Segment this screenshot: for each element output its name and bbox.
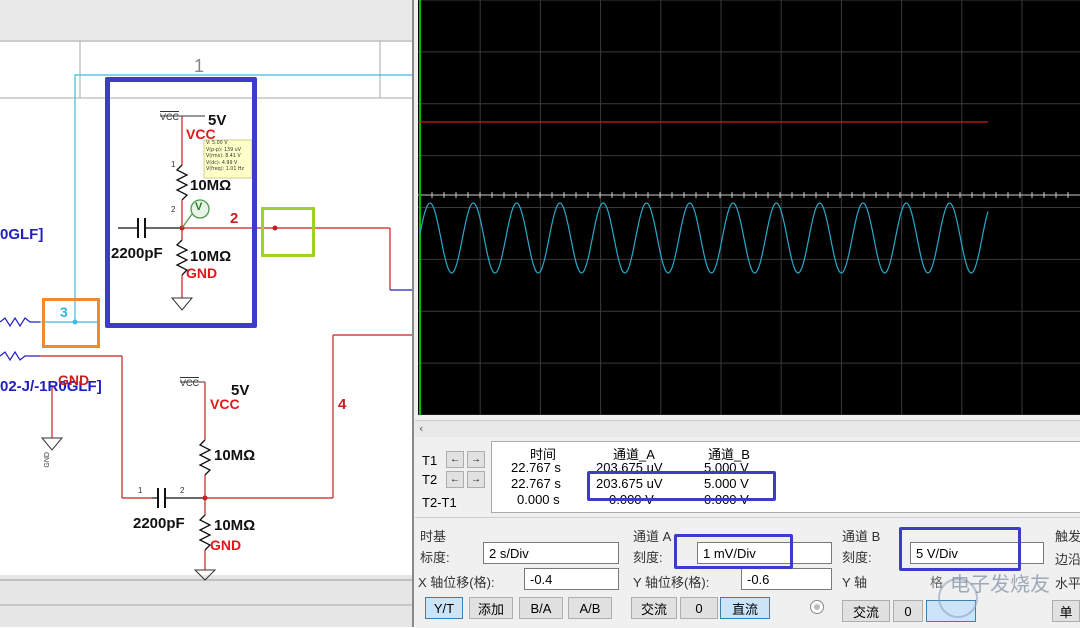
upper-pin1: 1 xyxy=(171,160,176,169)
delta-time: 0.000 s xyxy=(517,492,560,507)
channel-b-scale-label: 刻度: xyxy=(842,550,872,565)
row-label-t2: T2 xyxy=(422,472,438,487)
channel-b-zero-button[interactable]: 0 xyxy=(893,600,923,622)
upper-r1-label: 10MΩ xyxy=(190,177,232,194)
t2-left-arrow-button[interactable]: ← xyxy=(446,471,464,488)
channel-a-ac-button[interactable]: 交流 xyxy=(631,597,677,619)
highlight-box-channel-a-scale xyxy=(674,534,793,569)
t1-right-arrow-button[interactable]: → xyxy=(467,451,485,468)
trigger-level-label: 水平 xyxy=(1055,576,1080,591)
yt-mode-button[interactable]: Y/T xyxy=(425,597,463,619)
channel-a-title: 通道 A xyxy=(633,529,672,544)
add-mode-button[interactable]: 添加 xyxy=(469,597,513,619)
probe-symbol-text[interactable]: V xyxy=(195,201,202,213)
channel-a-dc-button[interactable]: 直流 xyxy=(720,597,770,619)
lower-gnd-label: GND xyxy=(210,537,242,553)
upper-cap-label: 2200pF xyxy=(111,245,163,262)
highlight-box-orange xyxy=(42,298,100,348)
t2-right-arrow-button[interactable]: → xyxy=(467,471,485,488)
lower-pin1: 1 xyxy=(138,486,143,495)
highlight-box-t2-readout xyxy=(587,471,776,501)
timebase-xpos-field[interactable]: -0.4 xyxy=(524,568,619,590)
probe-tooltip: V: 5.00 V V(p-p): 139 uV V(rms): 8.41 V … xyxy=(206,141,244,174)
lower-vcc-rail: VCC xyxy=(180,378,200,388)
scroll-left-arrow-icon[interactable]: ‹ xyxy=(419,422,423,435)
timebase-scale-field[interactable]: 2 s/Div xyxy=(483,542,619,564)
probe-tooltip-line: V: 5.00 V xyxy=(206,141,228,146)
timebase-scale-label: 标度: xyxy=(420,550,450,565)
channel-b-ac-button[interactable]: 交流 xyxy=(842,600,890,622)
highlight-box-channel-b-scale xyxy=(899,527,1021,571)
t1-time: 22.767 s xyxy=(511,460,561,475)
oscilloscope-screen[interactable] xyxy=(418,0,1080,415)
trigger-title: 触发 xyxy=(1055,529,1080,544)
column-number: 1 xyxy=(194,56,205,76)
lower-vcc-label: VCC xyxy=(210,396,240,412)
trigger-edge-label: 边沿 xyxy=(1055,552,1080,567)
scope-scrollbar[interactable]: ‹ xyxy=(415,420,1080,438)
upper-pin2: 2 xyxy=(171,205,176,214)
row-label-t2-t1: T2-T1 xyxy=(422,495,457,510)
upper-gnd-label: GND xyxy=(186,265,218,281)
ba-mode-button[interactable]: B/A xyxy=(519,597,563,619)
t1-left-arrow-button[interactable]: ← xyxy=(446,451,464,468)
watermark-text: 电子发烧友 xyxy=(950,572,1050,596)
upper-vcc-label: VCC xyxy=(186,126,216,142)
lower-r2-label: 10MΩ xyxy=(214,517,256,534)
channel-a-ypos-label: Y 轴位移(格): xyxy=(633,575,710,590)
row-label-t1: T1 xyxy=(422,453,438,468)
channel-a-ypos-field[interactable]: -0.6 xyxy=(741,568,832,590)
ab-mode-button[interactable]: A/B xyxy=(568,597,612,619)
left-gnd-label: GND xyxy=(58,372,90,388)
left-gnd-symbol-text: GND xyxy=(44,452,51,468)
channel-b-title: 通道 B xyxy=(842,529,881,544)
lower-cap-label: 2200pF xyxy=(133,515,185,532)
channel-a-radio-icon[interactable] xyxy=(810,600,824,614)
probe-tooltip-line: V(rms): 8.41 V xyxy=(206,154,241,160)
probe-tooltip-line: V(freq): 1.01 Hz xyxy=(206,167,245,173)
net-label-2: 2 xyxy=(230,210,239,227)
upper-vcc-rail: VCC xyxy=(160,112,180,122)
net-label-3: 3 xyxy=(60,304,68,320)
lower-pin2: 2 xyxy=(180,486,185,495)
highlight-box-blue xyxy=(105,77,257,328)
schematic-canvas[interactable]: 1 0GLF] 02-J/-1R0GLF] 3 2 4 GND GND VCC … xyxy=(0,0,420,627)
channel-b-ypos-label: Y 轴 xyxy=(842,575,868,590)
upper-r2-label: 10MΩ xyxy=(190,248,232,265)
net-label-4: 4 xyxy=(338,396,347,413)
trigger-single-button[interactable]: 单 xyxy=(1052,600,1080,622)
channel-a-zero-button[interactable]: 0 xyxy=(680,597,718,619)
t2-time: 22.767 s xyxy=(511,476,561,491)
timebase-title: 时基 xyxy=(420,529,447,544)
left-part-label-top: 0GLF] xyxy=(0,226,44,243)
timebase-xpos-label: X 轴位移(格): xyxy=(418,575,495,590)
readout-table-border xyxy=(491,441,1080,513)
lower-r1-label: 10MΩ xyxy=(214,447,256,464)
channel-a-scale-label: 刻度: xyxy=(633,550,663,565)
highlight-box-green xyxy=(261,207,315,257)
